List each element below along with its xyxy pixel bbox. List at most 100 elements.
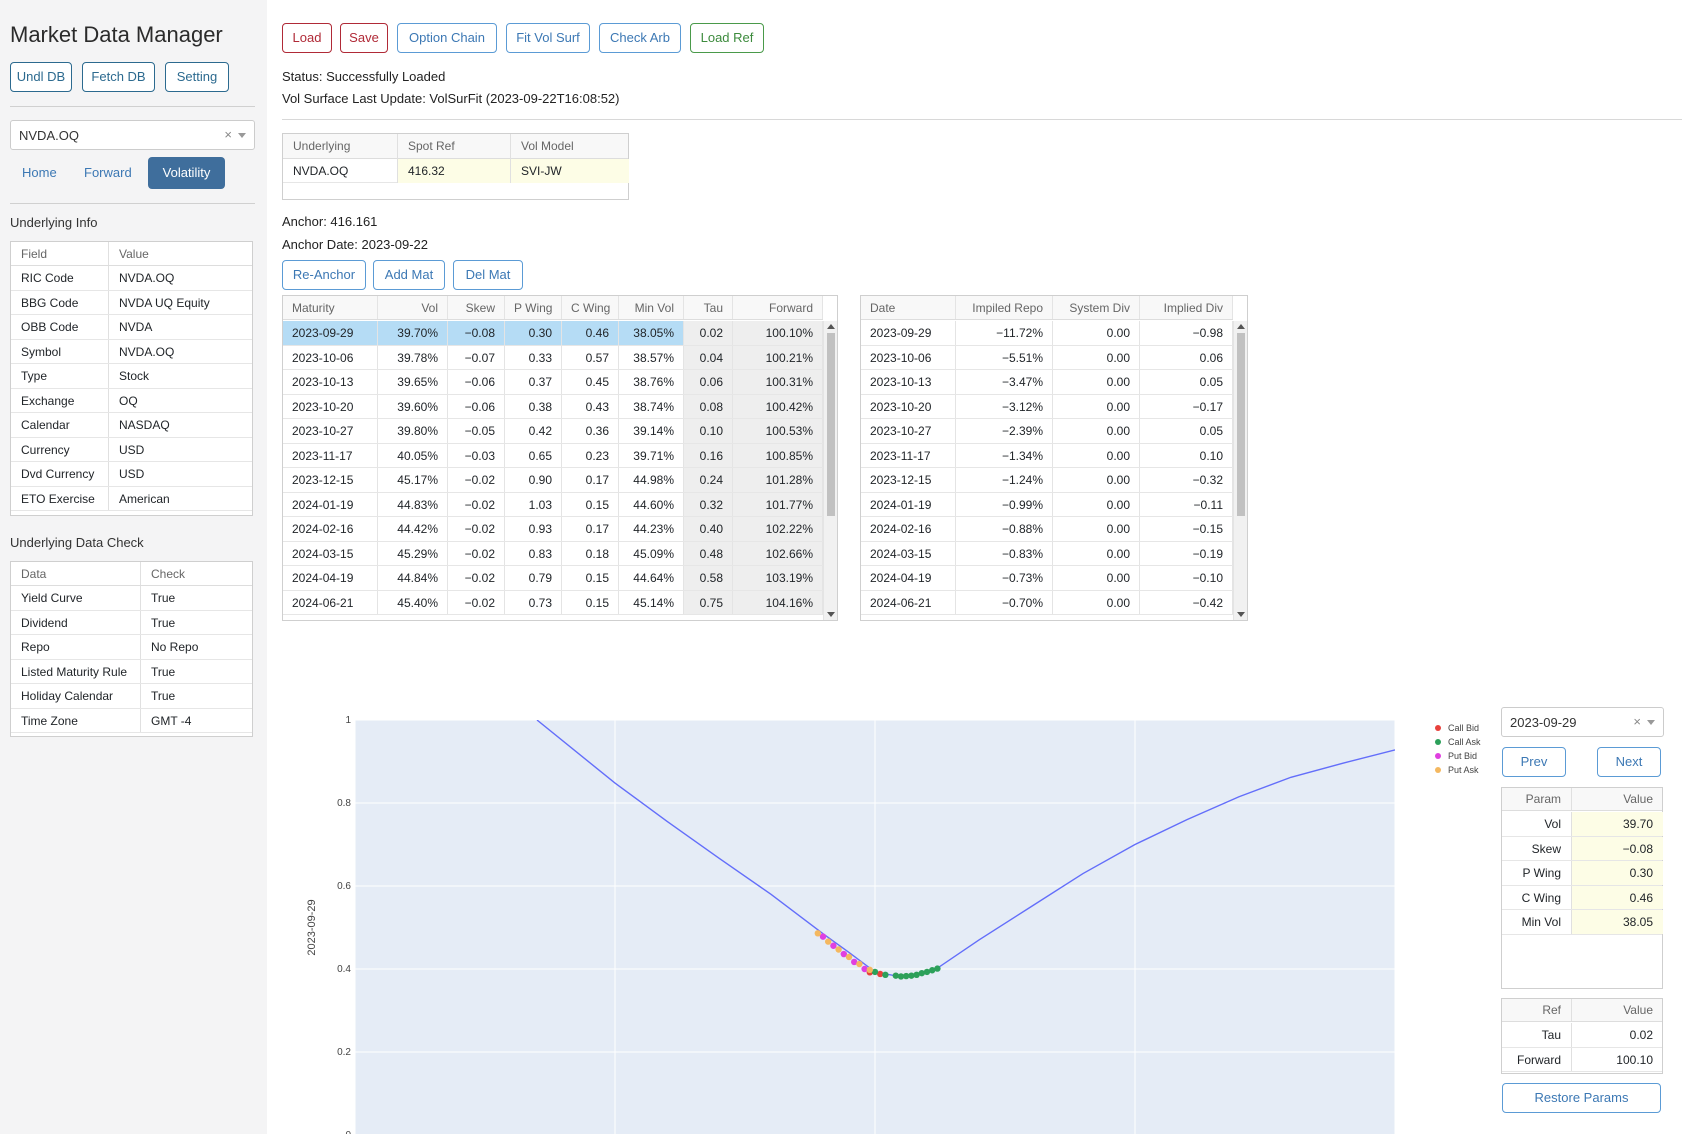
grid-cell[interactable]: 0.18 (562, 541, 619, 565)
grid-cell[interactable]: 0.32 (684, 492, 733, 516)
grid-cell[interactable]: 0.00 (1053, 443, 1140, 467)
column-header[interactable]: C Wing (562, 296, 619, 319)
grid-cell[interactable]: 2024-06-21 (861, 590, 956, 614)
column-header[interactable]: Skew (448, 296, 505, 319)
column-header[interactable]: Implied Div (1140, 296, 1233, 319)
grid-cell[interactable]: 0.46 (562, 321, 619, 345)
load-button[interactable]: Load (282, 23, 332, 53)
column-header[interactable]: Maturity (283, 296, 378, 319)
grid-cell[interactable]: 0.00 (1053, 541, 1140, 565)
table-row[interactable]: 2024-02-16 44.42% −0.02 0.93 0.17 44.23% 0.40 1… (283, 517, 823, 542)
maturity-select[interactable]: 2023-09-29 × (1501, 707, 1664, 737)
grid-cell[interactable]: −0.06 (448, 370, 505, 394)
table-row[interactable]: 2023-12-15 −1.24% 0.00 −0.32 (861, 468, 1233, 493)
grid-cell[interactable]: 2024-04-19 (283, 566, 378, 590)
table-row[interactable]: 2024-03-15 −0.83% 0.00 −0.19 (861, 541, 1233, 566)
grid-cell[interactable]: 0.08 (684, 394, 733, 418)
load-ref-button[interactable]: Load Ref (690, 23, 764, 53)
grid-cell[interactable]: 44.60% (619, 492, 684, 516)
grid-cell[interactable]: 0.00 (1053, 345, 1140, 369)
param-value-cell[interactable]: 0.46 (1572, 885, 1663, 909)
chevron-down-icon[interactable] (238, 133, 246, 138)
grid-cell[interactable]: −0.11 (1140, 492, 1233, 516)
grid-cell[interactable]: 2023-09-29 (861, 321, 956, 345)
grid-cell[interactable]: 44.84% (378, 566, 448, 590)
grid-cell[interactable]: −11.72% (956, 321, 1053, 345)
grid-cell[interactable]: 2024-04-19 (861, 566, 956, 590)
column-header[interactable]: Check (141, 562, 185, 586)
grid-cell[interactable]: 38.74% (619, 394, 684, 418)
table-row[interactable]: 2023-10-20 −3.12% 0.00 −0.17 (861, 394, 1233, 419)
grid-cell[interactable]: 2023-12-15 (861, 468, 956, 492)
table-row[interactable]: 2023-12-15 45.17% −0.02 0.90 0.17 44.98% 0.24 1… (283, 468, 823, 493)
grid-cell[interactable]: 2024-02-16 (861, 517, 956, 541)
grid-cell[interactable]: −0.15 (1140, 517, 1233, 541)
next-button[interactable]: Next (1597, 747, 1661, 777)
grid-cell[interactable]: −0.32 (1140, 468, 1233, 492)
undl-db-button[interactable]: Undl DB (10, 62, 72, 92)
grid-cell[interactable]: 101.28% (733, 468, 823, 492)
grid-cell[interactable]: 0.00 (1053, 419, 1140, 443)
grid-cell[interactable]: 0.30 (505, 321, 562, 345)
grid-cell[interactable]: 44.98% (619, 468, 684, 492)
scrollbar-thumb[interactable] (827, 333, 835, 516)
grid-cell[interactable]: 38.05% (619, 321, 684, 345)
vol-model-cell[interactable]: SVI-JW (511, 159, 629, 183)
table-row[interactable]: 2024-04-19 44.84% −0.02 0.79 0.15 44.64% 0.58 1… (283, 566, 823, 591)
grid-cell[interactable]: −0.98 (1140, 321, 1233, 345)
ticker-select[interactable]: NVDA.OQ × (10, 120, 255, 150)
grid-cell[interactable]: 0.45 (562, 370, 619, 394)
table-row[interactable]: 2023-10-27 39.80% −0.05 0.42 0.36 39.14% 0.10 1… (283, 419, 823, 444)
prev-button[interactable]: Prev (1502, 747, 1566, 777)
scroll-down-icon[interactable] (1237, 612, 1245, 617)
param-value-cell[interactable]: −0.08 (1572, 836, 1663, 860)
grid-cell[interactable]: 0.06 (684, 370, 733, 394)
fetch-db-button[interactable]: Fetch DB (82, 62, 155, 92)
table-row[interactable]: 2024-01-19 44.83% −0.02 1.03 0.15 44.60% 0.32 1… (283, 492, 823, 517)
grid-cell[interactable]: −0.42 (1140, 590, 1233, 614)
column-header[interactable]: Value (1572, 999, 1663, 1021)
grid-cell[interactable]: 44.42% (378, 517, 448, 541)
re-anchor-button[interactable]: Re-Anchor (282, 260, 366, 290)
grid-cell[interactable]: 39.78% (378, 345, 448, 369)
chart-svg[interactable]: 00.511.5200.20.40.60.81Strike2023-09-29C… (295, 695, 1495, 1134)
table-row[interactable]: 2023-10-06 39.78% −0.07 0.33 0.57 38.57% 0.04 1… (283, 345, 823, 370)
grid-cell[interactable]: −0.10 (1140, 566, 1233, 590)
column-header[interactable]: Min Vol (619, 296, 684, 319)
grid-cell[interactable]: 0.00 (1053, 492, 1140, 516)
add-mat-button[interactable]: Add Mat (373, 260, 445, 290)
grid-cell[interactable]: 0.00 (1053, 394, 1140, 418)
grid-cell[interactable]: 2023-11-17 (283, 443, 378, 467)
scroll-down-icon[interactable] (827, 612, 835, 617)
grid-cell[interactable]: 0.65 (505, 443, 562, 467)
grid-cell[interactable]: −0.02 (448, 590, 505, 614)
grid-cell[interactable]: 45.29% (378, 541, 448, 565)
table-row[interactable]: 2023-10-27 −2.39% 0.00 0.05 (861, 419, 1233, 444)
grid-cell[interactable]: 0.40 (684, 517, 733, 541)
grid-cell[interactable]: 100.21% (733, 345, 823, 369)
save-button[interactable]: Save (340, 23, 388, 53)
grid-cell[interactable]: 0.00 (1053, 468, 1140, 492)
grid-cell[interactable]: 0.48 (684, 541, 733, 565)
grid-cell[interactable]: 39.65% (378, 370, 448, 394)
column-header[interactable]: Param (1502, 788, 1572, 810)
grid-cell[interactable]: 0.42 (505, 419, 562, 443)
column-header[interactable]: Tau (684, 296, 733, 319)
grid-cell[interactable]: −0.07 (448, 345, 505, 369)
grid-cell[interactable]: −0.70% (956, 590, 1053, 614)
grid-cell[interactable]: 100.10% (733, 321, 823, 345)
grid-cell[interactable]: 0.33 (505, 345, 562, 369)
column-header[interactable]: Vol (378, 296, 448, 319)
grid-cell[interactable]: 44.64% (619, 566, 684, 590)
grid-cell[interactable]: 45.14% (619, 590, 684, 614)
grid-cell[interactable]: 0.16 (684, 443, 733, 467)
grid-cell[interactable]: −5.51% (956, 345, 1053, 369)
grid-cell[interactable]: 2023-10-20 (861, 394, 956, 418)
column-header[interactable]: Data (11, 562, 141, 585)
table-row[interactable]: 2023-10-06 −5.51% 0.00 0.06 (861, 345, 1233, 370)
param-value-cell[interactable]: 39.70 (1572, 812, 1663, 836)
spot-ref-cell[interactable]: 416.32 (398, 159, 511, 183)
grid-cell[interactable]: −2.39% (956, 419, 1053, 443)
grid-cell[interactable]: 0.36 (562, 419, 619, 443)
grid-cell[interactable]: 0.43 (562, 394, 619, 418)
